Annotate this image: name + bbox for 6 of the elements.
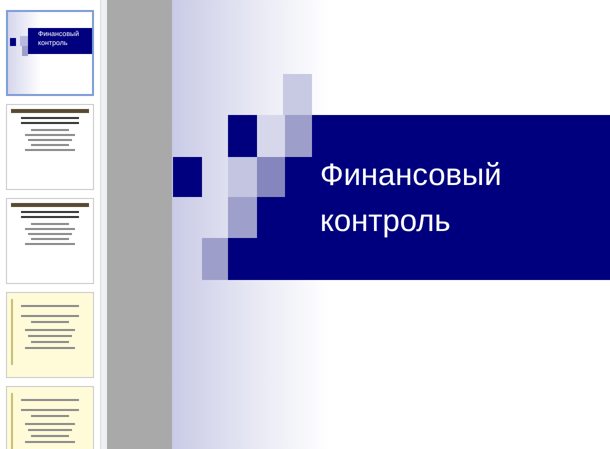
slide-thumbnail[interactable] bbox=[6, 292, 94, 378]
scrollbar[interactable] bbox=[100, 0, 107, 449]
slide-title: контроль bbox=[320, 202, 452, 240]
slide-title: Финансовый bbox=[320, 156, 502, 194]
slide-thumbnail[interactable] bbox=[6, 198, 94, 284]
slide-thumbnail[interactable] bbox=[6, 104, 94, 190]
